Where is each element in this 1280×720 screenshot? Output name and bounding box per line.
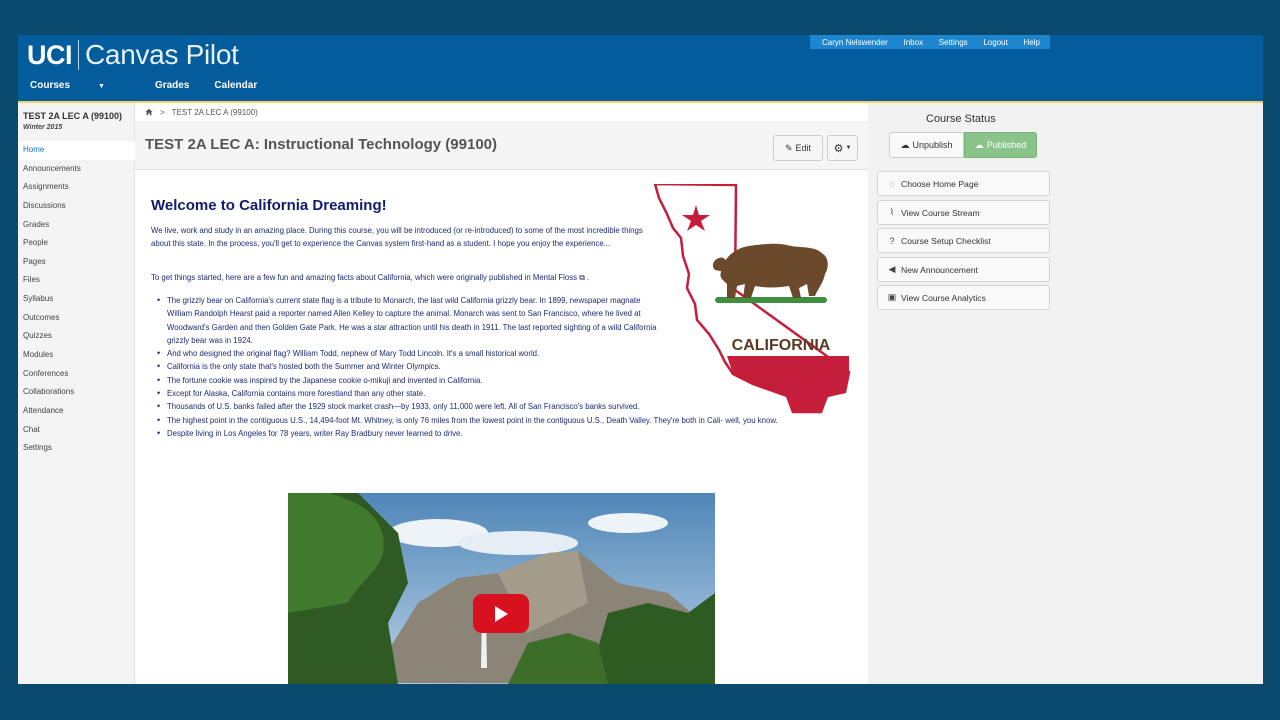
edit-button[interactable]: ✎ Edit xyxy=(773,135,823,161)
welcome-heading: Welcome to California Dreaming! xyxy=(151,197,387,214)
list-item: Despite living in Los Angeles for 78 yea… xyxy=(151,427,841,441)
list-item: Except for Alaska, California contains m… xyxy=(151,387,666,401)
analytics-icon: ▣ xyxy=(887,292,897,302)
list-item: The grizzly bear on California's current… xyxy=(151,294,666,347)
sidebar-item-announcements[interactable]: Announcements xyxy=(18,160,135,179)
sidebar-item-collaborations[interactable]: Collaborations xyxy=(18,383,135,402)
course-title: TEST 2A LEC A (99100) xyxy=(23,111,123,121)
cloud-check-icon: ☁ xyxy=(974,139,984,150)
unpublish-button[interactable]: ☁ Unpublish xyxy=(889,132,964,158)
list-item: The fortune cookie was inspired by the J… xyxy=(151,374,666,388)
facts-intro-text: To get things started, here are a few fu… xyxy=(151,273,531,282)
sidebar-item-files[interactable]: Files xyxy=(18,271,135,290)
list-item: California is the only state that's host… xyxy=(151,360,666,374)
settings-menu-button[interactable]: ⚙ ▼ xyxy=(827,135,858,161)
choose-home-page-label: Choose Home Page xyxy=(901,178,979,189)
breadcrumb-course-link[interactable]: TEST 2A LEC A (99100) xyxy=(172,108,258,117)
view-course-stream-button[interactable]: ⌇ View Course Stream xyxy=(877,200,1050,225)
logo-primary: UCI xyxy=(27,39,73,70)
sidebar-item-conferences[interactable]: Conferences xyxy=(18,365,135,384)
sidebar-item-discussions[interactable]: Discussions xyxy=(18,197,135,216)
course-setup-checklist-button[interactable]: ? Course Setup Checklist xyxy=(877,228,1050,253)
play-icon xyxy=(495,606,508,622)
new-announcement-label: New Announcement xyxy=(901,264,978,275)
cloud-download-icon: ☁ xyxy=(900,139,910,150)
course-sidebar: TEST 2A LEC A (99100) Winter 2015 Home A… xyxy=(18,103,135,684)
uci-logo[interactable]: UCI Canvas Pilot xyxy=(27,39,239,71)
sidebar-item-settings[interactable]: Settings xyxy=(18,439,135,458)
sidebar-item-pages[interactable]: Pages xyxy=(18,253,135,272)
home-page-icon: ◌ xyxy=(889,178,895,189)
chevron-right-icon: > xyxy=(160,108,165,117)
sidebar-item-modules[interactable]: Modules xyxy=(18,346,135,365)
browser-frame: UCI Canvas Pilot Caryn Nelswender Inbox … xyxy=(18,35,1263,684)
user-name-link[interactable]: Caryn Nelswender xyxy=(822,38,888,47)
course-status-label: Course Status xyxy=(926,113,996,125)
course-setup-checklist-label: Course Setup Checklist xyxy=(901,235,991,246)
view-course-stream-label: View Course Stream xyxy=(901,207,980,218)
breadcrumb: > TEST 2A LEC A (99100) xyxy=(135,103,868,123)
grades-menu[interactable]: Grades xyxy=(155,80,189,91)
course-term: Winter 2015 xyxy=(23,124,63,131)
california-flag-map-image: CALIFORNIA xyxy=(653,184,851,414)
published-button[interactable]: ☁ Published xyxy=(964,132,1037,158)
list-item: The highest point in the contiguous U.S.… xyxy=(151,414,841,428)
play-button[interactable] xyxy=(473,594,529,633)
logout-link[interactable]: Logout xyxy=(983,38,1007,47)
main-nav: Courses ▼ Grades Calendar xyxy=(30,80,282,91)
main-content: > TEST 2A LEC A (99100) TEST 2A LEC A: I… xyxy=(135,103,868,684)
sidebar-item-quizzes[interactable]: Quizzes xyxy=(18,327,135,346)
published-label: Published xyxy=(986,140,1027,150)
sidebar-item-syllabus[interactable]: Syllabus xyxy=(18,290,135,309)
edit-button-label: Edit xyxy=(795,143,812,153)
checklist-icon: ? xyxy=(889,235,895,246)
right-sidebar: Course Status ☁ Unpublish ☁ Published ◌ … xyxy=(868,103,1263,684)
chevron-down-icon: ▼ xyxy=(845,145,852,151)
courses-menu-label: Courses xyxy=(30,80,71,91)
new-announcement-button[interactable]: ◀ New Announcement xyxy=(877,257,1050,282)
view-course-analytics-button[interactable]: ▣ View Course Analytics xyxy=(877,285,1050,310)
list-item: And who designed the original flag? Will… xyxy=(151,347,666,361)
video-player[interactable] xyxy=(288,493,715,684)
chevron-down-icon: ▼ xyxy=(98,83,105,90)
megaphone-icon: ◀ xyxy=(888,264,896,274)
sidebar-item-chat[interactable]: Chat xyxy=(18,421,135,440)
sidebar-item-attendance[interactable]: Attendance xyxy=(18,402,135,421)
user-nav: Caryn Nelswender Inbox Settings Logout H… xyxy=(810,35,1050,49)
calendar-menu[interactable]: Calendar xyxy=(214,80,257,91)
sidebar-item-people[interactable]: People xyxy=(18,234,135,253)
inbox-link[interactable]: Inbox xyxy=(904,38,924,47)
external-link-icon: ⧉ xyxy=(579,273,585,282)
gear-icon: ⚙ xyxy=(833,142,844,155)
global-header: UCI Canvas Pilot Caryn Nelswender Inbox … xyxy=(18,35,1263,101)
sidebar-item-grades[interactable]: Grades xyxy=(18,216,135,235)
logo-divider xyxy=(78,40,79,70)
intro-paragraph: We live, work and study in an amazing pl… xyxy=(151,226,643,249)
facts-intro-paragraph: To get things started, here are a few fu… xyxy=(151,273,590,282)
map-label: CALIFORNIA xyxy=(732,337,831,354)
page-header: TEST 2A LEC A: Instructional Technology … xyxy=(135,124,868,170)
stream-icon: ⌇ xyxy=(889,207,895,217)
unpublish-label: Unpublish xyxy=(912,140,953,150)
sidebar-item-outcomes[interactable]: Outcomes xyxy=(18,309,135,328)
page-title: TEST 2A LEC A: Instructional Technology … xyxy=(145,136,497,153)
view-course-analytics-label: View Course Analytics xyxy=(901,292,986,303)
logo-secondary: Canvas Pilot xyxy=(85,39,239,70)
sidebar-item-assignments[interactable]: Assignments xyxy=(18,178,135,197)
choose-home-page-button[interactable]: ◌ Choose Home Page xyxy=(877,171,1050,196)
course-nav-list: Home Announcements Assignments Discussio… xyxy=(18,141,135,458)
list-item: Thousands of U.S. banks failed after the… xyxy=(151,400,666,414)
home-icon[interactable] xyxy=(145,108,153,118)
sidebar-item-home[interactable]: Home xyxy=(18,141,135,160)
settings-link[interactable]: Settings xyxy=(939,38,968,47)
courses-menu[interactable]: Courses ▼ xyxy=(30,80,130,91)
pencil-icon: ✎ xyxy=(784,142,793,153)
mental-floss-link[interactable]: Mental Floss xyxy=(533,273,577,282)
help-link[interactable]: Help xyxy=(1024,38,1040,47)
yosemite-thumbnail xyxy=(288,493,715,684)
